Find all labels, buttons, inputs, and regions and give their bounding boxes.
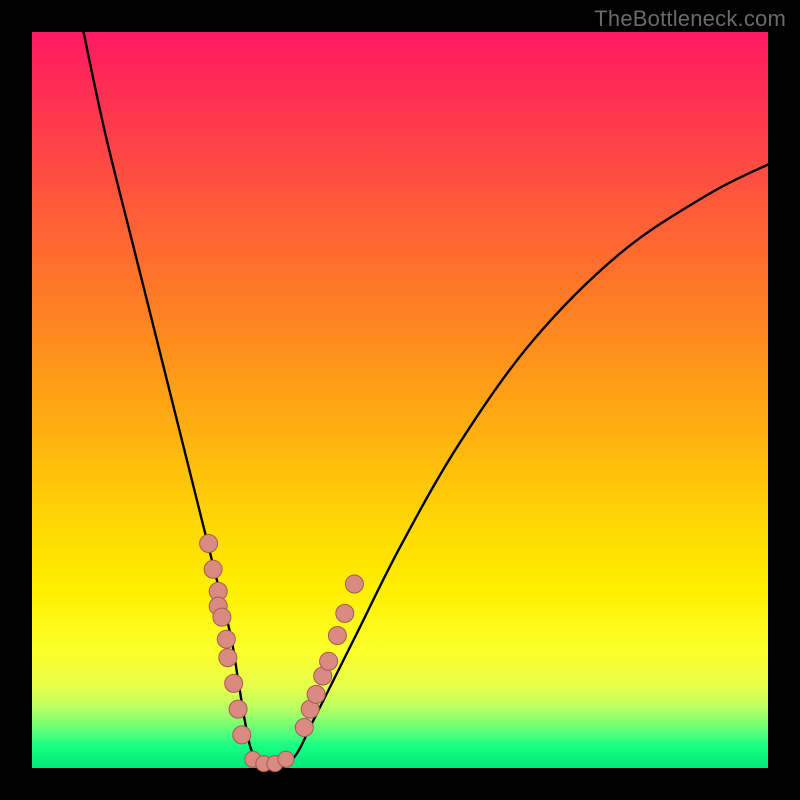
sample-dot [225, 674, 243, 692]
sample-dot [219, 649, 237, 667]
watermark-text: TheBottleneck.com [594, 6, 786, 32]
sample-dot [307, 685, 325, 703]
sample-dot [204, 560, 222, 578]
chart-frame: TheBottleneck.com [0, 0, 800, 800]
plot-area [32, 32, 768, 768]
sample-dot [229, 700, 247, 718]
sample-dot [278, 751, 294, 767]
sample-dot [345, 575, 363, 593]
sample-dot [320, 652, 338, 670]
sample-dot [336, 604, 354, 622]
sample-dot [295, 719, 313, 737]
curve-svg [32, 32, 768, 768]
sample-dots-left [200, 535, 251, 744]
sample-dot [217, 630, 235, 648]
sample-dot [328, 627, 346, 645]
sample-dot [213, 608, 231, 626]
sample-dots-bottom [245, 751, 294, 771]
bottleneck-curve-path [84, 32, 769, 770]
sample-dots-right [295, 575, 363, 737]
sample-dot [200, 535, 218, 553]
sample-dot [233, 726, 251, 744]
